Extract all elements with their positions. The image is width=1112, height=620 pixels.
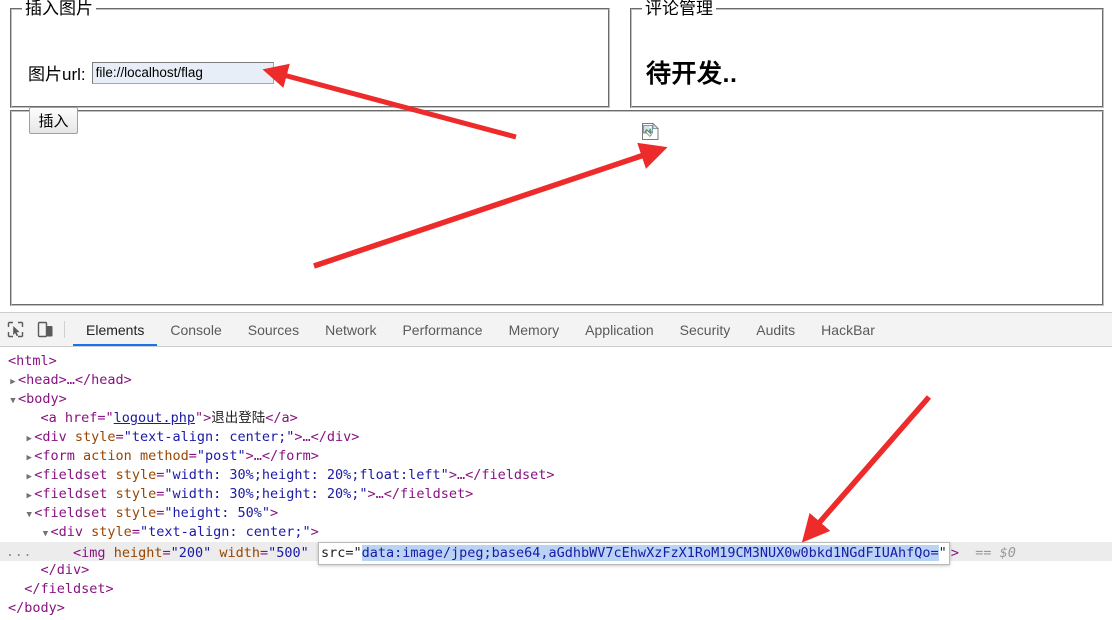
dom-row[interactable]: <a href="logout.php">退出登陆</a> xyxy=(0,409,1112,428)
dom-attr-name: style xyxy=(115,505,157,521)
dom-attr-name: style xyxy=(74,429,116,445)
tab-performance[interactable]: Performance xyxy=(389,313,495,346)
tab-console[interactable]: Console xyxy=(157,313,234,346)
tab-memory[interactable]: Memory xyxy=(496,313,573,346)
insert-image-legend: 插入图片 xyxy=(22,0,96,20)
dom-row[interactable]: ▶ <fieldset style="width: 30%;height: 20%… xyxy=(0,485,1112,504)
tab-network[interactable]: Network xyxy=(312,313,389,346)
dom-fieldset-tag: <fieldset xyxy=(34,505,108,521)
devtools-panel: Elements Console Sources Network Perform… xyxy=(0,312,1112,620)
dom-row[interactable]: ▶ <fieldset style="width: 30%;height: 20%… xyxy=(0,466,1112,485)
tab-audits[interactable]: Audits xyxy=(743,313,808,346)
dom-fieldset-gt: > xyxy=(270,505,279,521)
dom-form-tag: <form xyxy=(34,448,75,464)
dom-tree: <html> ▶ <head>…</head> ▼ <body> <a href="… xyxy=(0,347,1112,618)
dom-attr-value: "text-align: center;" xyxy=(123,429,295,445)
tab-sources[interactable]: Sources xyxy=(235,313,312,346)
dom-a-text: 退出登陆 xyxy=(211,410,266,426)
device-toolbar-icon[interactable] xyxy=(30,313,60,346)
dom-fieldset-tag: <fieldset xyxy=(34,486,108,502)
dom-attr-name: style xyxy=(115,467,157,483)
dom-fieldset-close: >…</fieldset> xyxy=(367,486,474,502)
dom-body-close: </body> xyxy=(8,600,65,616)
row-overflow-dots[interactable]: ... xyxy=(6,543,32,562)
dom-row[interactable]: </fieldset> xyxy=(0,580,1112,599)
dom-head-tag: <head>…</head> xyxy=(18,372,132,388)
insert-image-fieldset: 插入图片 图片url: xyxy=(10,0,610,108)
url-row: 图片url: xyxy=(28,60,274,85)
dom-attr-src-quote: " xyxy=(938,545,947,561)
dom-attr-name: height xyxy=(113,545,163,561)
inspect-element-icon[interactable] xyxy=(0,313,30,346)
dom-attr-value: "text-align: center;" xyxy=(139,524,311,540)
dom-img-tag: <img xyxy=(73,545,106,561)
dom-a-gt: "> xyxy=(194,410,212,426)
comment-management-fieldset: 评论管理 待开发.. xyxy=(630,0,1104,108)
toolbar-separator xyxy=(64,321,65,338)
image-display-fieldset xyxy=(10,110,1104,306)
dom-attr-name: style xyxy=(115,486,157,502)
dom-a-close: </a> xyxy=(265,410,298,426)
devtools-toolbar: Elements Console Sources Network Perform… xyxy=(0,313,1112,347)
dom-form-close: >…</form> xyxy=(245,448,319,464)
tab-application[interactable]: Application xyxy=(572,313,667,346)
dom-attr-value: "500" xyxy=(268,545,309,561)
dom-attr-name: action xyxy=(83,448,132,464)
dom-row[interactable]: <html> xyxy=(0,352,1112,371)
dom-a-open: <a href=" xyxy=(40,410,114,426)
dom-row[interactable]: </div> xyxy=(0,561,1112,580)
tab-elements[interactable]: Elements xyxy=(73,313,158,346)
tab-security[interactable]: Security xyxy=(667,313,744,346)
dom-attr-src-value[interactable]: data:image/jpeg;base64,aGdhbWV7cEhwXzFzX… xyxy=(361,545,939,561)
tab-hackbar[interactable]: HackBar xyxy=(808,313,888,346)
dom-fieldset-tag: <fieldset xyxy=(34,467,108,483)
dom-attr-value: "width: 30%;height: 20%;float:left" xyxy=(164,467,449,483)
dom-row[interactable]: ▼ <body> xyxy=(0,390,1112,409)
dom-row[interactable]: ▶ <form action method="post">…</form> xyxy=(0,447,1112,466)
comment-placeholder-heading: 待开发.. xyxy=(646,60,738,88)
dom-row-selected[interactable]: ... <img height="200" width="500" src="d… xyxy=(0,542,1112,565)
dom-row[interactable]: </body> xyxy=(0,599,1112,618)
screenshot-root: 插入图片 图片url: 评论管理 待开发.. xyxy=(0,0,1112,620)
dom-attr-value: "post" xyxy=(196,448,246,464)
dom-row[interactable]: ▶ <head>…</head> xyxy=(0,371,1112,390)
dom-div-close: >…</div> xyxy=(294,429,360,445)
dom-div-tag: <div xyxy=(34,429,67,445)
dom-attr-name: method xyxy=(139,448,189,464)
dom-body-tag: <body> xyxy=(18,391,67,407)
dom-attr-value: "width: 30%;height: 20%;" xyxy=(164,486,368,502)
dom-row[interactable]: ▼ <div style="text-align: center;"> xyxy=(0,523,1112,542)
broken-image-icon xyxy=(641,122,660,141)
dom-html-tag: <html> xyxy=(8,353,57,369)
dom-div-close: </div> xyxy=(40,562,90,578)
dom-attr-src-name: src=" xyxy=(320,545,362,561)
dom-attr-name: width xyxy=(219,545,261,561)
image-url-input[interactable] xyxy=(91,61,274,84)
dom-attr-name: style xyxy=(91,524,132,540)
dom-div-gt: > xyxy=(310,524,319,540)
dom-attr-value: "height: 50%" xyxy=(164,505,271,521)
dom-row[interactable]: ▼ <fieldset style="height: 50%"> xyxy=(0,504,1112,523)
dom-row[interactable]: ▶ <div style="text-align: center;">…</div… xyxy=(0,428,1112,447)
dom-a-href-link[interactable]: logout.php xyxy=(114,410,195,426)
dom-img-gt: > xyxy=(950,545,959,561)
comment-management-legend: 评论管理 xyxy=(642,0,716,20)
selected-node-ref: == $0 xyxy=(975,545,1016,561)
web-page-content: 插入图片 图片url: 评论管理 待开发.. xyxy=(0,0,1112,312)
insert-button[interactable]: 插入 xyxy=(29,107,78,134)
dom-fieldset-close: </fieldset> xyxy=(24,581,114,597)
dom-attr-value: "200" xyxy=(170,545,212,561)
dom-div-tag: <div xyxy=(50,524,84,540)
dom-fieldset-close: >…</fieldset> xyxy=(448,467,555,483)
url-label: 图片url: xyxy=(28,65,86,84)
